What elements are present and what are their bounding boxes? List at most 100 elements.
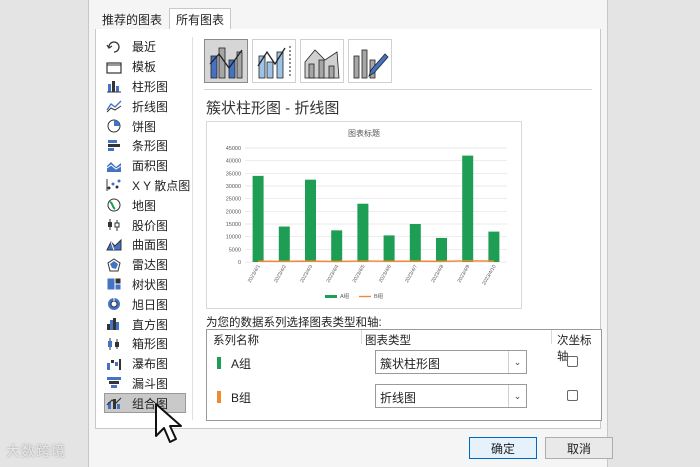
y-tick-label: 45000 — [226, 146, 241, 152]
change-chart-type-dialog: 推荐的图表 所有图表 最近 模板柱形图折线图饼图条形图面积图 X Y 散点图 地图股价… — [88, 0, 613, 467]
y-tick-label: 30000 — [226, 184, 241, 190]
sidebar-item-treemap-chart[interactable]: 树状图 — [106, 275, 196, 295]
legend-label: B组 — [374, 292, 384, 300]
series-a-secondary-axis-checkbox[interactable] — [567, 356, 578, 367]
y-tick-label: 10000 — [226, 235, 241, 241]
y-tick-label: 0 — [238, 260, 241, 266]
x-tick-label: 2023/4/8 — [430, 264, 445, 284]
boxplot-chart-icon — [106, 337, 124, 351]
treemap-chart-icon — [106, 277, 124, 291]
series-b-color-swatch — [217, 391, 221, 403]
combo-chart-icon — [106, 396, 124, 410]
column-line-secondary-axis-icon — [257, 46, 291, 79]
series-assign-label: 为您的数据系列选择图表类型和轴: — [206, 317, 382, 329]
series-a-color-swatch — [217, 357, 221, 369]
sidebar-item-stock-chart[interactable]: 股价图 — [106, 215, 196, 235]
sidebar-item-label: 瀑布图 — [132, 357, 169, 372]
sidebar-item-histogram-chart[interactable]: 直方图 — [106, 314, 196, 334]
sidebar-item-bar-chart[interactable]: 条形图 — [106, 136, 196, 156]
sidebar-item-pie-chart[interactable]: 饼图 — [106, 116, 196, 136]
watermark-logo: 大数跨境 — [6, 443, 66, 459]
series-settings-table: 系列名称 图表类型 次坐标轴 A组 簇状柱形图 ⌄ B组 折线图 ⌄ — [206, 329, 602, 421]
waterfall-chart-icon — [106, 357, 124, 371]
bar-chart-icon — [106, 139, 124, 153]
x-tick-label: 2023/4/5 — [352, 264, 367, 284]
series-a-chart-type-value: 簇状柱形图 — [380, 357, 441, 371]
sidebar-divider — [192, 37, 193, 420]
chart-type-header: 图表类型 — [365, 335, 411, 347]
sidebar-item-waterfall-chart[interactable]: 瀑布图 — [106, 354, 196, 374]
x-tick-label: 2023/4/3 — [299, 264, 314, 284]
sidebar-item-radar-chart[interactable]: 雷达图 — [106, 255, 196, 275]
sidebar-item-scatter-chart[interactable]: X Y 散点图 — [106, 176, 196, 196]
column-divider — [551, 330, 552, 344]
tab-recommended-charts[interactable]: 推荐的图表 — [95, 8, 169, 30]
cancel-button[interactable]: 取消 — [545, 437, 613, 459]
series-name-header: 系列名称 — [213, 335, 259, 347]
sidebar-item-recent[interactable]: 最近 — [106, 37, 196, 57]
chart-preview: 图表标题 0 5000 10000 15000 20000 25000 30000 35000 4… — [206, 121, 522, 309]
chart-title: 图表标题 — [348, 128, 380, 138]
line-chart-icon — [106, 99, 124, 113]
chevron-down-icon: ⌄ — [508, 385, 526, 407]
bar — [462, 155, 474, 262]
area-column-icon — [304, 49, 340, 79]
sidebar-item-label: 折线图 — [132, 99, 169, 114]
sidebar-item-label: 股价图 — [132, 218, 169, 233]
y-tick-label: 5000 — [229, 247, 241, 253]
series-a-chart-type-select[interactable]: 簇状柱形图 ⌄ — [375, 350, 527, 374]
recent-icon — [106, 40, 124, 54]
x-tick-label: 2023/4/6 — [378, 264, 393, 284]
sidebar-item-area-chart[interactable]: 面积图 — [106, 156, 196, 176]
sidebar-item-label: 条形图 — [132, 139, 169, 154]
gallery-divider — [204, 89, 592, 90]
x-tick-label: 2023/4/9 — [457, 264, 472, 284]
sidebar-item-column-chart[interactable]: 柱形图 — [106, 77, 196, 97]
chevron-down-icon: ⌄ — [508, 351, 526, 373]
series-b-chart-type-select[interactable]: 折线图 ⌄ — [375, 384, 527, 408]
x-tick-label: 2023/4/2 — [273, 264, 288, 284]
clustered-column-line-thumb[interactable] — [204, 39, 248, 83]
bar — [383, 235, 395, 262]
bar — [252, 175, 264, 262]
series-b-secondary-axis-checkbox[interactable] — [567, 390, 578, 401]
sidebar-item-surface-chart[interactable]: 曲面图 — [106, 235, 196, 255]
stacked-area-column-thumb[interactable] — [300, 39, 344, 83]
all-charts-panel: 最近 模板柱形图折线图饼图条形图面积图 X Y 散点图 地图股价图曲面图雷达图树状图旭… — [95, 29, 602, 429]
sidebar-item-label: 旭日图 — [132, 297, 169, 312]
legend-label: A组 — [340, 292, 350, 300]
sidebar-item-sunburst-chart[interactable]: 旭日图 — [106, 294, 196, 314]
sidebar-item-map-chart[interactable]: 地图 — [106, 195, 196, 215]
histogram-chart-icon — [106, 317, 124, 331]
x-tick-label: 2023/4/1 — [247, 264, 262, 284]
x-tick-label: 2023/4/10 — [481, 264, 497, 286]
sidebar-item-label: 地图 — [132, 198, 157, 213]
x-tick-label: 2023/4/4 — [326, 264, 341, 284]
combo-subtype-gallery — [204, 39, 392, 83]
sidebar-item-funnel-chart[interactable]: 漏斗图 — [106, 374, 196, 394]
sidebar-item-label: 面积图 — [132, 159, 169, 174]
bar — [488, 231, 500, 262]
bar — [304, 179, 317, 262]
custom-combo-thumb[interactable] — [348, 39, 392, 83]
sidebar-item-boxplot-chart[interactable]: 箱形图 — [106, 334, 196, 354]
custom-combo-pencil-icon — [353, 49, 389, 79]
area-chart-icon — [106, 159, 124, 173]
sidebar-item-label: 雷达图 — [132, 258, 169, 273]
ok-button[interactable]: 确定 — [469, 437, 537, 459]
sidebar-item-line-chart[interactable]: 折线图 — [106, 96, 196, 116]
sunburst-chart-icon — [106, 297, 124, 311]
secondary-axis-header: 次坐标轴 — [557, 335, 592, 363]
sidebar-item-label: 树状图 — [132, 277, 169, 292]
tab-all-charts[interactable]: 所有图表 — [169, 8, 232, 30]
funnel-chart-icon — [106, 376, 124, 390]
stock-chart-icon — [106, 218, 124, 232]
y-tick-label: 35000 — [226, 171, 241, 177]
tab-strip: 推荐的图表 所有图表 — [95, 8, 232, 30]
sidebar-item-label: X Y 散点图 — [132, 178, 191, 193]
sidebar-item-folder[interactable]: 模板 — [106, 57, 196, 77]
sidebar-item-label: 柱形图 — [132, 79, 169, 94]
bar — [331, 230, 343, 262]
clustered-column-line-secondary-thumb[interactable] — [252, 39, 296, 83]
combo-chart: 图表标题 0 5000 10000 15000 20000 25000 30000 35000 4… — [226, 128, 507, 300]
